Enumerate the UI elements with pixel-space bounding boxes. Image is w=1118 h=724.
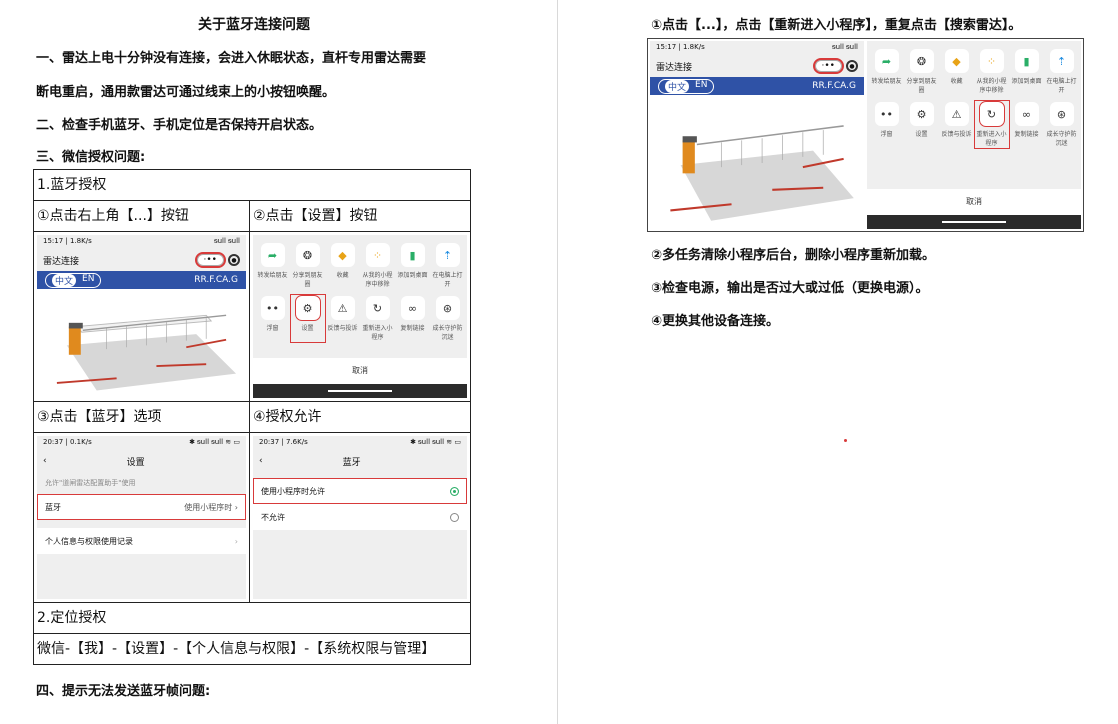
share-copylink[interactable]: ∞ 复制链接 [397,296,429,341]
right-step4: ④更换其他设备连接。 [651,314,780,329]
privacy-row[interactable]: 个人信息与权限使用记录 › [37,528,246,554]
refresh-icon: ↻ [365,296,390,320]
section-location: 2.定位授权 [33,602,471,634]
desktop-icon: ▮ [400,243,425,267]
page-divider [557,0,558,724]
desktop-icon: ▮ [1014,49,1039,73]
share-forward[interactable]: ➦ 转发给朋友 [257,243,289,288]
section-bluetooth: 1.蓝牙授权 [33,169,471,201]
refresh-icon: ↻ [978,101,1005,127]
device-id: RR.F.CA.G [194,275,238,285]
sprout-icon: ⊛ [1049,102,1074,126]
remove-icon: ⁘ [365,243,390,267]
share-guard[interactable]: ⊛ 成长守护防沉迷 [432,296,464,341]
warning-icon: ⚠ [330,296,355,320]
barrier-scene [37,289,246,398]
close-mini-icon[interactable]: ● [846,60,858,72]
para-3: 三、微信授权问题: [36,150,146,165]
back-icon[interactable]: ‹ [259,456,263,466]
share-moments[interactable]: ❂ 分享到朋友圈 [292,243,324,288]
settings-title: 设置 [126,457,145,468]
close-mini-icon[interactable]: ● [228,254,240,266]
bluetooth-title: 蓝牙 [342,457,361,468]
link-icon: ∞ [1014,102,1039,126]
para-1a: 一、雷达上电十分钟没有连接，会进入休眠状态，直杆专用雷达需要 [36,51,427,66]
doc-title: 关于蓝牙连接问题 [198,17,310,33]
allow-option[interactable]: 使用小程序时允许 [253,478,467,504]
barrier-scene [650,95,864,229]
share-favorite[interactable]: ◆ 收藏 [327,243,359,288]
app-title: 雷达连接 [43,256,80,267]
location-path: 微信-【我】-【设置】-【个人信息与权限】-【系统权限与管理】 [33,633,471,665]
right-screenshot: 15:17 | 1.8K/s ᵴull ᵴull 雷达连接 ·•• ● 中文 EN RR.… [647,38,1084,232]
more-menu-button[interactable]: ·•• [194,252,227,268]
bluetooth-screen: 20:37 | 7.6K/s ✱ ᵴull ᵴull ≋ ▭ ‹ 蓝牙 使用小程序时… [253,436,467,599]
share-reenter[interactable]: ↻ 重新进入小程序 [362,296,394,341]
settings-screen: 20:37 | 0.1K/s ✱ ᵴull ᵴull ≋ ▭ ‹ 设置 允许"道闸雷… [37,436,246,599]
stray-mark [844,439,847,442]
share-settings[interactable]: ⚙ 设置 [289,294,326,343]
step4-screenshot: 20:37 | 7.6K/s ✱ ᵴull ᵴull ≋ ▭ ‹ 蓝牙 使用小程序时… [249,432,471,603]
gear-icon: ⚙ [909,102,934,126]
radio-empty-icon [450,512,459,522]
forward-icon: ➦ [260,243,285,267]
more-menu-button[interactable]: ·•• [812,58,845,74]
forward-icon: ➦ [874,49,899,73]
share-feedback[interactable]: ⚠ 反馈与投诉 [327,296,359,341]
step2-screenshot: ➦ 转发给朋友 ❂ 分享到朋友圈 ◆ 收藏 ⁘ 从我的小程序中移除 ▮ 添加到桌面 ⇡ 在电… [249,231,471,402]
favorite-icon: ◆ [944,49,969,73]
remove-icon: ⁘ [979,49,1004,73]
sheet-cancel-button[interactable]: 取消 [253,358,467,384]
phone-app: 15:17 | 1.8K/s ᵴull ᵴull 雷达连接 ·•• ● 中文 EN RR… [37,235,246,398]
right-step1: ①点击【...】，点击【重新进入小程序】，重复点击【搜索雷达】。 [651,18,1022,33]
guide-table: 1.蓝牙授权 ①点击右上角【...】按钮 ②点击【设置】按钮 15:17 | 1… [33,169,471,665]
float-icon: •• [874,102,899,126]
favorite-icon: ◆ [330,243,355,267]
warning-icon: ⚠ [944,102,969,126]
share-pc[interactable]: ⇡ 在电脑上打开 [432,243,464,288]
float-icon: •• [260,296,285,320]
para-1b: 断电重启，通用款雷达可通过线束上的小按钮唤醒。 [36,85,336,100]
moments-icon: ❂ [295,243,320,267]
language-toggle[interactable]: 中文 EN [45,272,102,288]
step3-caption: ③点击【蓝牙】选项 [33,401,250,433]
home-indicator [253,384,467,398]
settings-hint: 允许"道闸雷达配置助手"使用 [45,479,136,487]
right-phone-app: 15:17 | 1.8K/s ᵴull ᵴull 雷达连接 ·•• ● 中文 EN RR.… [650,41,864,229]
pc-icon: ⇡ [1049,49,1074,73]
back-icon[interactable]: ‹ [43,456,47,466]
home-indicator [867,215,1081,229]
share-sheet: ➦ 转发给朋友 ❂ 分享到朋友圈 ◆ 收藏 ⁘ 从我的小程序中移除 ▮ 添加到桌面 ⇡ 在电… [253,235,467,398]
radio-checked-icon [450,486,459,496]
share-desktop[interactable]: ▮ 添加到桌面 [397,243,429,288]
right-share-sheet: ➦ 转发给朋友 ❂ 分享到朋友圈 ◆ 收藏 ⁘ 从我的小程序中移除 ▮ 添加到桌面 ⇡ 在电… [867,41,1081,229]
step1-caption: ①点击右上角【...】按钮 [33,200,250,232]
step1-screenshot: 15:17 | 1.8K/s ᵴull ᵴull 雷达连接 ·•• ● 中文 EN RR… [33,231,250,402]
deny-option[interactable]: 不允许 [253,504,467,530]
right-step3: ③检查电源，输出是否过大或过低（更换电源）。 [651,281,929,296]
para-2: 二、检查手机蓝牙、手机定位是否保持开启状态。 [36,118,323,133]
reenter-button[interactable]: ↻ 重新进入小程序 [973,100,1010,149]
gear-icon: ⚙ [294,295,321,321]
right-step2: ②多任务清除小程序后台，删除小程序重新加载。 [651,248,936,263]
step2-caption: ②点击【设置】按钮 [249,200,471,232]
pc-icon: ⇡ [435,243,460,267]
step3-screenshot: 20:37 | 0.1K/s ✱ ᵴull ᵴull ≋ ▭ ‹ 设置 允许"道闸雷… [33,432,250,603]
share-float[interactable]: •• 浮窗 [257,296,289,341]
para-4: 四、提示无法发送蓝牙帧问题: [36,684,211,699]
status-signal: ᵴull ᵴull [214,237,240,245]
share-remove[interactable]: ⁘ 从我的小程序中移除 [362,243,394,288]
sheet-cancel-button[interactable]: 取消 [867,189,1081,215]
status-time: 15:17 | 1.8K/s [43,237,92,245]
link-icon: ∞ [400,296,425,320]
moments-icon: ❂ [909,49,934,73]
sprout-icon: ⊛ [435,296,460,320]
step4-caption: ④授权允许 [249,401,471,433]
bluetooth-row[interactable]: 蓝牙 使用小程序时 › [37,494,246,520]
